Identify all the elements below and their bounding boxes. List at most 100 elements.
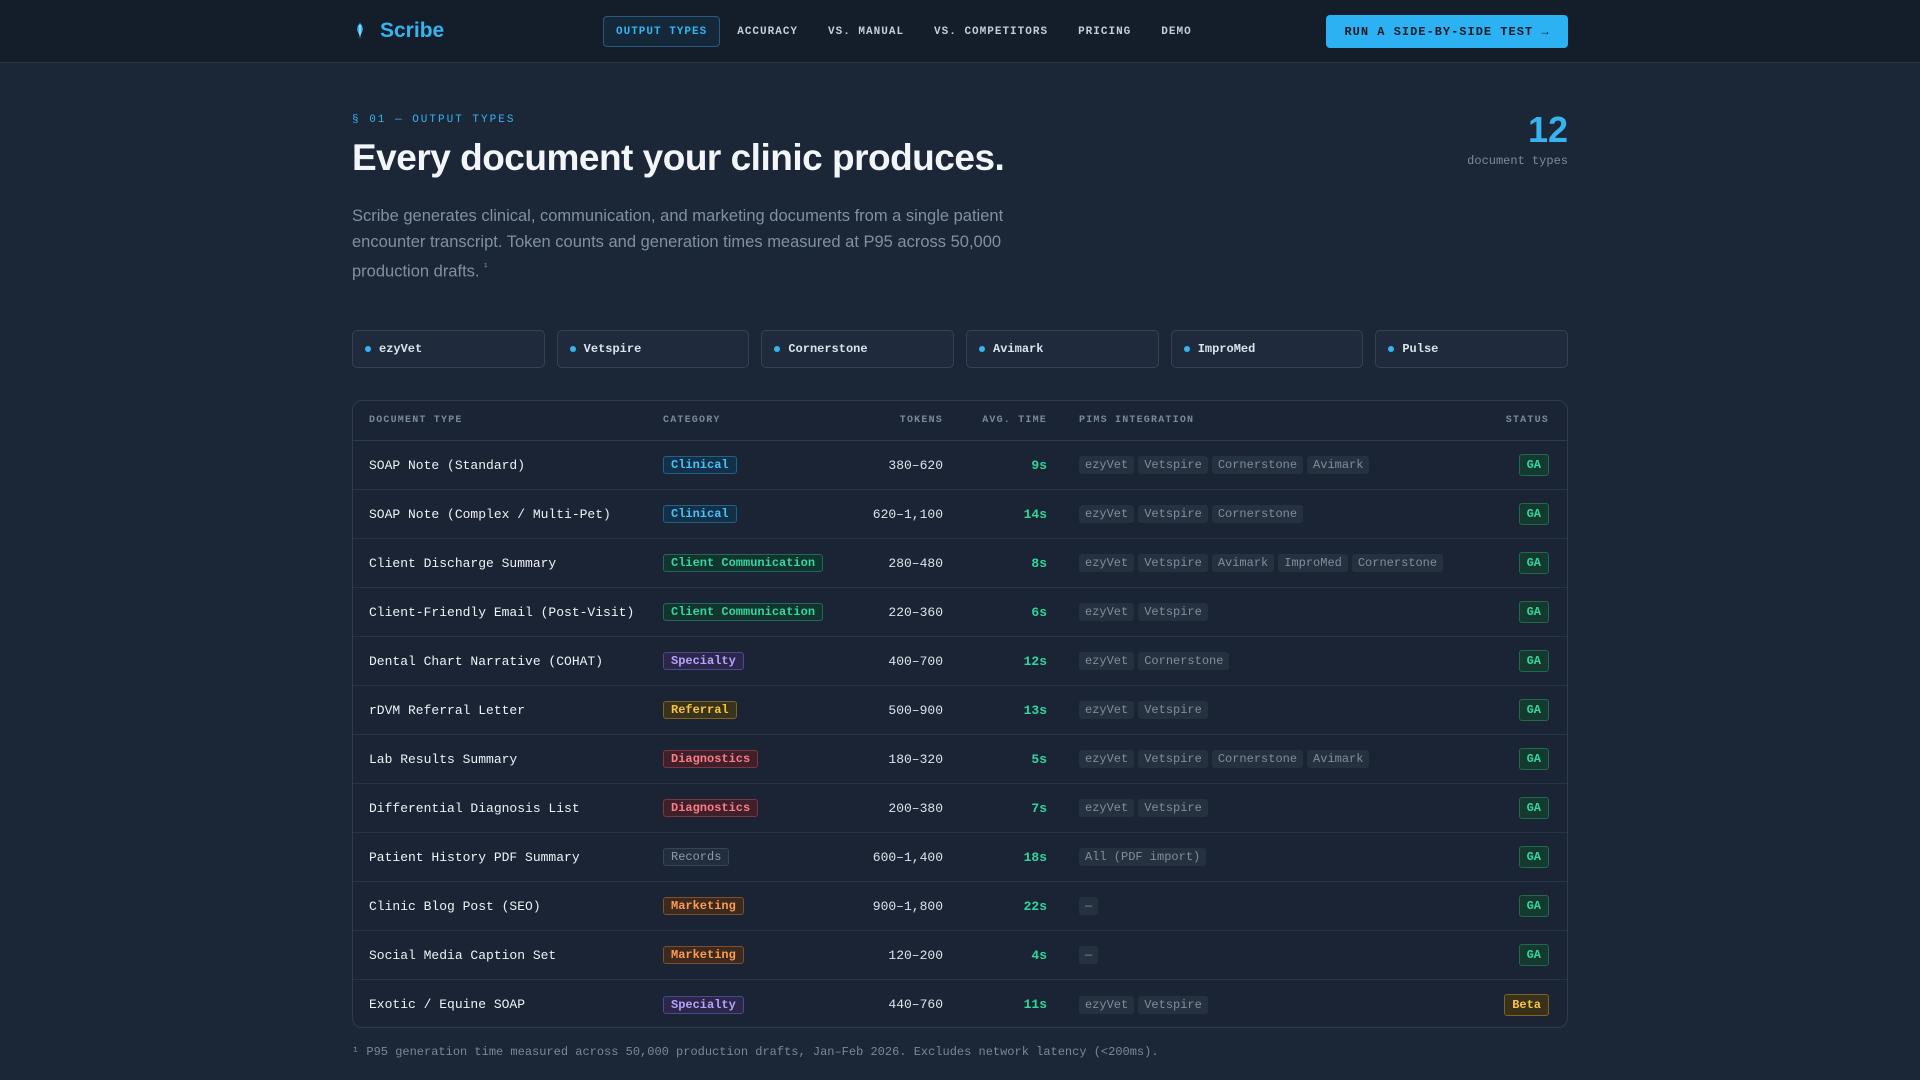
cell-tokens: 400–700 [888, 653, 943, 669]
nav-link-pricing[interactable]: PRICING [1063, 16, 1146, 47]
document-count-stat: 12 document types [1467, 108, 1568, 168]
status-badge: GA [1518, 699, 1549, 721]
pims-chip[interactable]: ezyVet [352, 330, 545, 368]
cell-document-type: Exotic / Equine SOAP [369, 997, 526, 1012]
cell-avg-time: 13s [1023, 702, 1047, 718]
category-badge: Records [663, 848, 730, 866]
nav-link-accuracy[interactable]: ACCURACY [722, 16, 813, 47]
header-category[interactable]: CATEGORY [663, 415, 843, 426]
pims-tag: ezyVet [1079, 456, 1135, 474]
status-badge: GA [1518, 601, 1549, 623]
table-row[interactable]: Dental Chart Narrative (COHAT) Specialty 4… [353, 637, 1567, 686]
cell-avg-time: 14s [1023, 506, 1047, 522]
table-row[interactable]: Lab Results Summary Diagnostics 180–320 5s e… [353, 735, 1567, 784]
header-pims-integration[interactable]: PIMS INTEGRATION [1047, 415, 1467, 426]
status-badge: GA [1518, 748, 1549, 770]
pims-tag: ezyVet [1079, 799, 1135, 817]
cell-tokens: 620–1,100 [872, 506, 943, 522]
cell-status: GA [1467, 454, 1567, 476]
nav-link-output-types[interactable]: OUTPUT TYPES [603, 16, 721, 47]
table-row[interactable]: Exotic / Equine SOAP Specialty 440–760 11s e… [353, 980, 1567, 1027]
pims-tag: Vetspire [1138, 603, 1208, 621]
dot-icon [1388, 346, 1395, 352]
pims-chip[interactable]: Avimark [966, 330, 1159, 368]
pims-chip[interactable]: Vetspire [556, 330, 750, 368]
cell-document-type: Social Media Caption Set [369, 947, 557, 963]
page-title: Every document your clinic produces. [352, 137, 1005, 178]
pims-tag: ImproMed [1278, 554, 1348, 572]
cell-pims-integration: All (PDF import) [1047, 848, 1467, 866]
pims-chip[interactable]: ImproMed [1170, 330, 1364, 368]
pims-tag: Avimark [1211, 554, 1275, 572]
cell-category: Specialty [663, 652, 843, 670]
table-row[interactable]: Client Discharge Summary Client Communica… [353, 539, 1567, 588]
pims-tag: All (PDF import) [1079, 848, 1207, 866]
quill-icon [352, 21, 368, 41]
lead-text: Scribe generates clinical, communication… [352, 207, 1004, 281]
nav-link-demo[interactable]: DEMO [1146, 16, 1206, 47]
table-row[interactable]: Differential Diagnosis List Diagnostics 20… [353, 784, 1567, 833]
category-badge: Clinical [663, 456, 737, 474]
pims-tag: ezyVet [1079, 505, 1135, 523]
category-badge: Clinical [663, 505, 737, 523]
table-row[interactable]: rDVM Referral Letter Referral 500–900 13s ez… [353, 686, 1567, 735]
category-badge: Specialty [663, 652, 744, 670]
cell-pims-integration: ezyVet Vetspire [1047, 799, 1467, 817]
category-badge: Marketing [663, 946, 744, 964]
run-test-button[interactable]: RUN A SIDE-BY-SIDE TEST → [1326, 15, 1568, 48]
cell-tokens: 600–1,400 [872, 849, 943, 865]
cell-status: GA [1467, 797, 1567, 819]
table-row[interactable]: Social Media Caption Set Marketing 120–200… [353, 931, 1567, 980]
cell-pims-integration: ezyVet Vetspire [1047, 603, 1467, 621]
table-row[interactable]: Clinic Blog Post (SEO) Marketing 900–1,800… [353, 882, 1567, 931]
pims-chips: ezyVet Vetspire Cornerstone Avimark Impr… [352, 330, 1569, 368]
pims-chip[interactable]: Cornerstone [761, 330, 955, 368]
cell-status: GA [1467, 944, 1567, 966]
cell-category: Clinical [663, 456, 843, 474]
cell-category: Specialty [663, 995, 843, 1014]
table-row[interactable]: Client-Friendly Email (Post-Visit) Client… [353, 588, 1567, 637]
pims-chip-label: Vetspire [583, 342, 642, 356]
cell-status: GA [1467, 895, 1567, 917]
cell-category: Records [663, 848, 843, 866]
pims-tag: Avimark [1307, 750, 1370, 768]
cell-pims-integration: ezyVet Vetspire Cornerstone Avimark [1047, 456, 1467, 474]
header-status[interactable]: STATUS [1467, 415, 1567, 426]
cell-category: Client Communication [663, 603, 843, 621]
pims-tag: Cornerstone [1211, 750, 1304, 768]
header-document-type[interactable]: DOCUMENT TYPE [353, 415, 663, 426]
cell-avg-time: 22s [1023, 898, 1047, 914]
brand-name: Scribe [380, 19, 445, 42]
pims-chip-label: ImproMed [1197, 342, 1256, 356]
cell-tokens: 200–380 [888, 800, 943, 816]
pims-tag: ezyVet [1079, 701, 1135, 719]
output-types-table: DOCUMENT TYPE CATEGORY TOKENS AVG. TIME … [352, 400, 1568, 1028]
brand-logo[interactable]: Scribe [352, 19, 444, 43]
table-row[interactable]: Patient History PDF Summary Records 600–1,… [353, 833, 1567, 882]
nav-link-vs-competitors[interactable]: VS. COMPETITORS [919, 16, 1063, 47]
status-badge: GA [1518, 944, 1549, 966]
table-row[interactable]: SOAP Note (Complex / Multi-Pet) Clinical 6… [353, 490, 1567, 539]
cell-document-type: rDVM Referral Letter [369, 702, 526, 718]
pims-tag: Vetspire [1138, 701, 1208, 719]
pims-tag: — [1079, 897, 1099, 915]
header-avg-time[interactable]: AVG. TIME [943, 415, 1047, 426]
category-badge: Client Communication [663, 554, 824, 572]
category-badge: Marketing [663, 897, 744, 915]
cell-category: Marketing [663, 946, 843, 964]
cell-avg-time: 6s [1031, 604, 1047, 620]
footnote: ¹ P95 generation time measured across 50… [352, 1045, 1159, 1059]
nav-link-vs-manual[interactable]: VS. MANUAL [813, 16, 919, 47]
cell-document-type: SOAP Note (Complex / Multi-Pet) [369, 506, 611, 522]
footnote-marker[interactable]: ¹ [484, 262, 487, 273]
table-row[interactable]: SOAP Note (Standard) Clinical 380–620 9s ezy… [353, 441, 1567, 490]
cell-pims-integration: ezyVet Cornerstone [1047, 652, 1467, 670]
header-tokens[interactable]: TOKENS [843, 415, 943, 426]
section-eyebrow: § 01 — OUTPUT TYPES [352, 114, 516, 126]
stat-label: document types [1467, 154, 1568, 168]
pims-chip[interactable]: Pulse [1375, 330, 1569, 368]
pims-tag: ezyVet [1079, 603, 1135, 621]
pims-tag: ezyVet [1079, 750, 1135, 768]
dot-icon [569, 346, 576, 352]
cell-document-type: Lab Results Summary [369, 751, 518, 767]
